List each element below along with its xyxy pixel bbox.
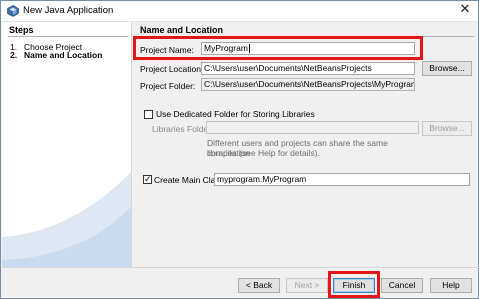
libraries-folder-input[interactable]	[206, 121, 419, 134]
project-name-label: Project Name:	[140, 45, 194, 55]
title-bar: New Java Application ✕	[1, 1, 478, 22]
project-location-label: Project Location:	[140, 64, 204, 74]
project-folder-value: C:\Users\user\Documents\NetBeansProjects…	[204, 79, 415, 89]
help-button[interactable]: Help	[430, 278, 472, 293]
step-number: 2.	[10, 50, 18, 60]
back-button[interactable]: < Back	[238, 278, 280, 293]
main-class-value: myprogram.MyProgram	[217, 174, 307, 184]
steps-pane: Steps 1. Choose Project 2. Name and Locati…	[2, 22, 131, 267]
dialog-window: New Java Application ✕ Steps 1. Choose Pr…	[0, 0, 479, 299]
step-name-and-location: 2. Name and Location	[10, 50, 102, 60]
project-name-value: MyProgram	[204, 43, 248, 53]
dedicated-folder-checkbox[interactable]	[144, 110, 153, 119]
next-button[interactable]: Next >	[286, 278, 328, 293]
finish-button[interactable]: Finish	[333, 278, 375, 293]
libraries-help-line2: libraries (see Help for details).	[207, 148, 320, 158]
name-location-panel: Name and Location Project Name: MyProgra…	[132, 22, 478, 267]
steps-header: Steps	[9, 25, 34, 35]
step-label: Name and Location	[24, 50, 103, 60]
section-divider	[138, 36, 474, 37]
netbeans-app-icon	[7, 5, 19, 17]
project-location-input[interactable]: C:\Users\user\Documents\NetBeansProjects	[201, 62, 415, 75]
section-header: Name and Location	[140, 25, 224, 35]
steps-divider	[8, 36, 128, 37]
text-caret	[248, 44, 250, 54]
dedicated-folder-label[interactable]: Use Dedicated Folder for Storing Librari…	[156, 109, 315, 119]
libraries-folder-label: Libraries Folder:	[152, 124, 214, 134]
libraries-browse-button[interactable]: Browse...	[422, 121, 472, 136]
footer-divider	[2, 267, 479, 268]
close-icon[interactable]: ✕	[458, 3, 472, 17]
project-folder-field[interactable]: C:\Users\user\Documents\NetBeansProjects…	[201, 78, 415, 91]
project-location-browse-button[interactable]: Browse...	[422, 61, 472, 76]
project-location-value: C:\Users\user\Documents\NetBeansProjects	[204, 63, 372, 73]
main-class-input[interactable]: myprogram.MyProgram	[214, 173, 470, 186]
cancel-button[interactable]: Cancel	[381, 278, 423, 293]
window-title: New Java Application	[23, 5, 114, 16]
create-main-class-checkbox[interactable]: ✓	[143, 175, 152, 185]
project-name-input[interactable]: MyProgram	[201, 42, 415, 55]
project-folder-label: Project Folder:	[140, 81, 196, 91]
